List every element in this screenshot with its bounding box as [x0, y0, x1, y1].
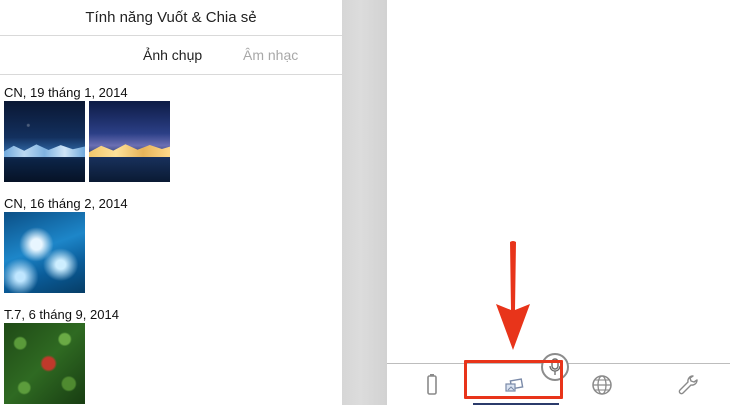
wrench-icon[interactable]: [675, 372, 701, 398]
tab-music[interactable]: Âm nhạc: [243, 47, 298, 63]
tab-photos[interactable]: Ảnh chụp: [143, 47, 202, 63]
main-screen: [387, 0, 730, 405]
tab-bar: Ảnh chụp Âm nhạc: [0, 37, 342, 75]
group-date: T.7, 6 tháng 9, 2014: [4, 307, 119, 322]
photo-thumbnail[interactable]: [89, 101, 170, 182]
group-date: CN, 16 tháng 2, 2014: [4, 196, 128, 211]
photo-thumbnail[interactable]: [4, 101, 85, 182]
swipe-share-panel: Tính năng Vuốt & Chia sẻ Ảnh chụp Âm nhạ…: [0, 0, 342, 405]
panel-title: Tính năng Vuốt & Chia sẻ: [0, 0, 342, 36]
red-arrow-annotation: [496, 241, 530, 350]
globe-icon[interactable]: [589, 372, 615, 398]
battery-icon[interactable]: [419, 372, 445, 398]
photo-thumbnail[interactable]: [4, 212, 85, 293]
highlight-box-annotation: [464, 360, 563, 399]
photo-thumbnail[interactable]: [4, 323, 85, 404]
panel-divider: [342, 0, 387, 405]
group-date: CN, 19 tháng 1, 2014: [4, 85, 128, 100]
